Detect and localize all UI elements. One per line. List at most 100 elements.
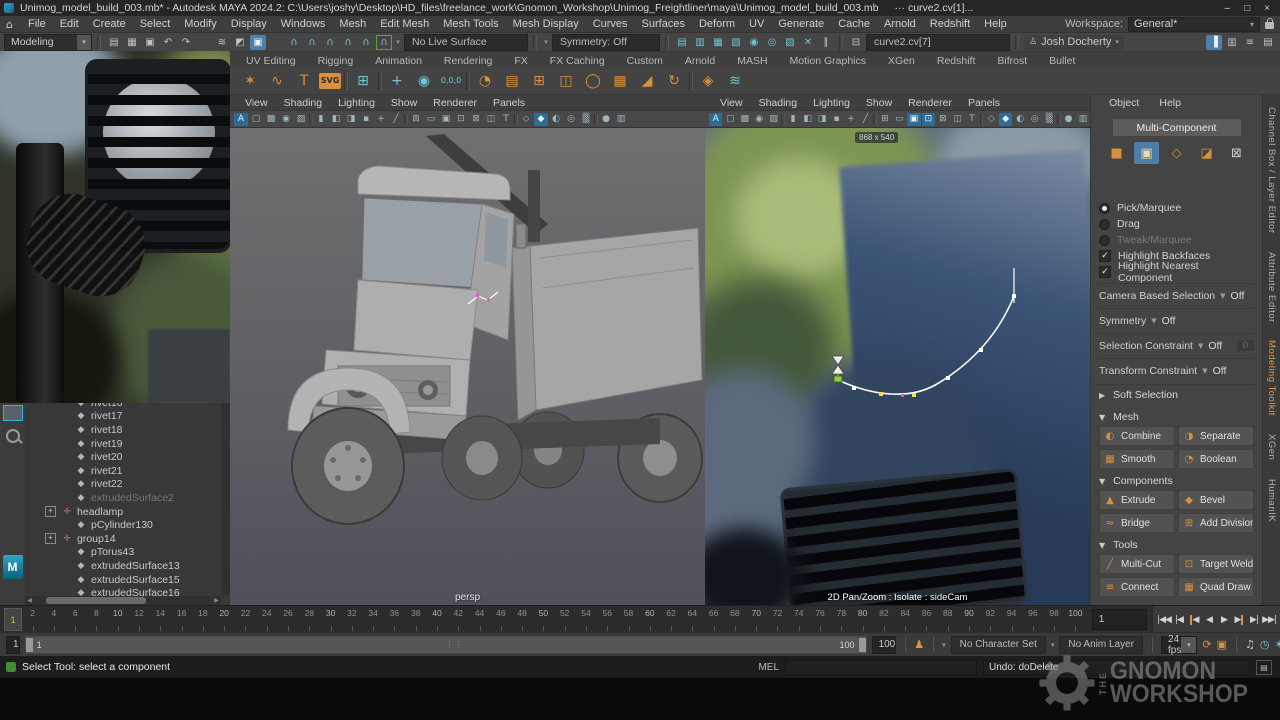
home-icon[interactable]: ⌂ bbox=[6, 18, 13, 31]
panel-toolbar-icon[interactable]: ▪ bbox=[359, 113, 373, 126]
render-icon[interactable]: ▥ bbox=[692, 35, 708, 50]
shelf-tool-icon[interactable] bbox=[344, 72, 348, 90]
playback-button[interactable]: ◀ bbox=[1187, 612, 1201, 628]
menu-item[interactable]: Redshift bbox=[923, 18, 977, 30]
outliner-item[interactable]: pCylinder130 bbox=[25, 518, 220, 532]
timeline-tick[interactable]: 12 bbox=[128, 606, 149, 633]
range-slider[interactable]: 1 ⋮⋮ 100 bbox=[25, 636, 867, 654]
outliner-item[interactable]: rivet19 bbox=[25, 437, 220, 451]
toolkit-button[interactable]: ▦Smooth bbox=[1099, 449, 1175, 469]
panel-toolbar-icon[interactable] bbox=[594, 114, 598, 125]
menu-item[interactable]: Deform bbox=[692, 18, 742, 30]
playback-button[interactable]: |◀ bbox=[1172, 612, 1186, 628]
shelf-tool-icon[interactable]: ◔ bbox=[473, 69, 497, 93]
statusline-icon[interactable]: ▦ bbox=[124, 35, 140, 50]
chevron-down-icon[interactable]: ▾ bbox=[1051, 641, 1055, 649]
timeline-tick[interactable]: 32 bbox=[341, 606, 362, 633]
shelf-tab[interactable]: FX Caching bbox=[540, 55, 615, 67]
timeline-tick[interactable]: 96 bbox=[1022, 606, 1043, 633]
close-button[interactable]: × bbox=[1264, 3, 1270, 14]
panel-toolbar-icon[interactable]: ◨ bbox=[344, 113, 358, 126]
shelf-tab[interactable]: XGen bbox=[878, 55, 925, 67]
shelf-tab[interactable]: Arnold bbox=[675, 55, 725, 67]
panel-toolbar-icon[interactable]: ⊡ bbox=[454, 113, 468, 126]
live-surface-field[interactable]: No Live Surface bbox=[404, 34, 528, 51]
outliner-item[interactable]: rivet17 bbox=[25, 410, 220, 424]
timeline-tick[interactable]: 22 bbox=[235, 606, 256, 633]
shelf-tool-icon[interactable]: T bbox=[292, 69, 316, 93]
timeline-tick[interactable]: 82 bbox=[873, 606, 894, 633]
maximize-button[interactable]: □ bbox=[1244, 3, 1250, 14]
shelf-tab[interactable]: Motion Graphics bbox=[780, 55, 876, 67]
menu-item[interactable]: UV bbox=[742, 18, 771, 30]
soft-selection-section[interactable]: ▶ Soft Selection bbox=[1099, 384, 1254, 405]
outliner-item[interactable]: rivet21 bbox=[25, 464, 220, 478]
shelf-tab[interactable]: Rendering bbox=[434, 55, 502, 67]
panel-menu-item[interactable]: Lighting bbox=[331, 97, 382, 109]
timeline-tick[interactable]: 44 bbox=[469, 606, 490, 633]
shelf-tool-icon[interactable]: ◈ bbox=[696, 69, 720, 93]
timeline-tick[interactable]: 60 bbox=[639, 606, 660, 633]
panel-toolbar-icon[interactable]: ╱ bbox=[859, 113, 872, 126]
panel-toolbar-icon[interactable]: ◫ bbox=[951, 113, 964, 126]
panel-toolbar-icon[interactable]: + bbox=[374, 113, 388, 126]
panel-toolbar-icon[interactable]: ▭ bbox=[893, 113, 906, 126]
toolkit-button[interactable]: ◐Combine bbox=[1099, 426, 1175, 446]
outliner-hscrollbar[interactable]: ◀ ▶ bbox=[25, 596, 221, 605]
render-icon[interactable]: ▦ bbox=[710, 35, 726, 50]
panel-toolbar-icon[interactable] bbox=[309, 114, 313, 125]
scroll-thumb[interactable] bbox=[46, 597, 146, 604]
selection-mode-icon[interactable]: ◪ bbox=[1194, 142, 1219, 164]
panel-toolbar-icon[interactable]: ◎ bbox=[1028, 113, 1041, 126]
timeline-tick[interactable]: 78 bbox=[831, 606, 852, 633]
radio-option[interactable]: Pick/Marquee bbox=[1099, 200, 1254, 216]
panel-toolbar-icon[interactable]: ◆ bbox=[534, 113, 548, 126]
timeline-tick[interactable]: 84 bbox=[895, 606, 916, 633]
menu-item[interactable]: Mesh Display bbox=[506, 18, 586, 30]
menu-item[interactable]: Edit Mesh bbox=[373, 18, 436, 30]
panel-menu-item[interactable]: Show bbox=[859, 97, 899, 109]
timeline-tick[interactable]: 56 bbox=[597, 606, 618, 633]
statusline-icon[interactable]: ∩ bbox=[376, 35, 392, 50]
panel-toolbar-icon[interactable]: ⊡ bbox=[922, 113, 935, 126]
menu-item[interactable]: Curves bbox=[586, 18, 635, 30]
toolkit-button[interactable]: ▲Extrude bbox=[1099, 490, 1175, 510]
timeline-tick[interactable]: 68 bbox=[724, 606, 745, 633]
timeline-tick[interactable]: 20 bbox=[214, 606, 235, 633]
panel-menu-item[interactable]: View bbox=[238, 97, 275, 109]
menu-item[interactable]: Edit bbox=[53, 18, 86, 30]
timeline-tick[interactable]: 40 bbox=[426, 606, 447, 633]
outliner-item[interactable]: extrudedSurface2 bbox=[25, 491, 220, 505]
toolkit-button[interactable]: ╱Multi-Cut bbox=[1099, 554, 1175, 574]
panel-toolbar-icon[interactable]: ▢ bbox=[723, 113, 736, 126]
toolkit-button[interactable]: ⊞Add Divisions bbox=[1178, 513, 1254, 533]
shelf-tab[interactable]: Redshift bbox=[927, 55, 986, 67]
timeline-tick[interactable]: 38 bbox=[405, 606, 426, 633]
shelf-tool-icon[interactable]: ⊞ bbox=[527, 69, 551, 93]
sidebar-tab[interactable]: HumanIK bbox=[1266, 479, 1277, 522]
timeline-tick[interactable]: 42 bbox=[448, 606, 469, 633]
panel-toolbar-icon[interactable]: + bbox=[844, 113, 857, 126]
panel-toolbar-icon[interactable]: ◐ bbox=[1013, 113, 1026, 126]
panel-toolbar-icon[interactable]: ▣ bbox=[907, 113, 920, 126]
shelf-tool-icon[interactable]: ◢ bbox=[635, 69, 659, 93]
tools-section-header[interactable]: ▼ Tools bbox=[1099, 536, 1254, 554]
panel-toolbar-icon[interactable] bbox=[514, 114, 518, 125]
timeline-tick[interactable]: 48 bbox=[511, 606, 532, 633]
render-icon[interactable]: ▤ bbox=[674, 35, 690, 50]
sidebar-tab[interactable]: Modeling Toolkit bbox=[1266, 340, 1277, 416]
shelf-tool-icon[interactable]: ⊞ bbox=[351, 69, 375, 93]
playback-button[interactable]: ▶▶| bbox=[1262, 612, 1276, 628]
panel-toolbar-icon[interactable]: ◫ bbox=[484, 113, 498, 126]
outliner-vscrollbar[interactable] bbox=[221, 403, 230, 595]
selection-mode-icon[interactable]: ⊠ bbox=[1224, 142, 1249, 164]
statusline-icon[interactable]: ▤ bbox=[106, 35, 122, 50]
timeline-tick[interactable]: 10 bbox=[107, 606, 128, 633]
panel-toolbar-icon[interactable]: ▨ bbox=[294, 113, 308, 126]
reference-image-panel[interactable] bbox=[0, 51, 230, 403]
menu-item[interactable]: Generate bbox=[771, 18, 831, 30]
statusline-icon[interactable]: ◩ bbox=[232, 35, 248, 50]
panel-toolbar-icon[interactable]: T bbox=[499, 113, 513, 126]
toolkit-menu-item[interactable]: Help bbox=[1151, 97, 1189, 113]
panel-toolbar-icon[interactable]: ▮ bbox=[314, 113, 328, 126]
